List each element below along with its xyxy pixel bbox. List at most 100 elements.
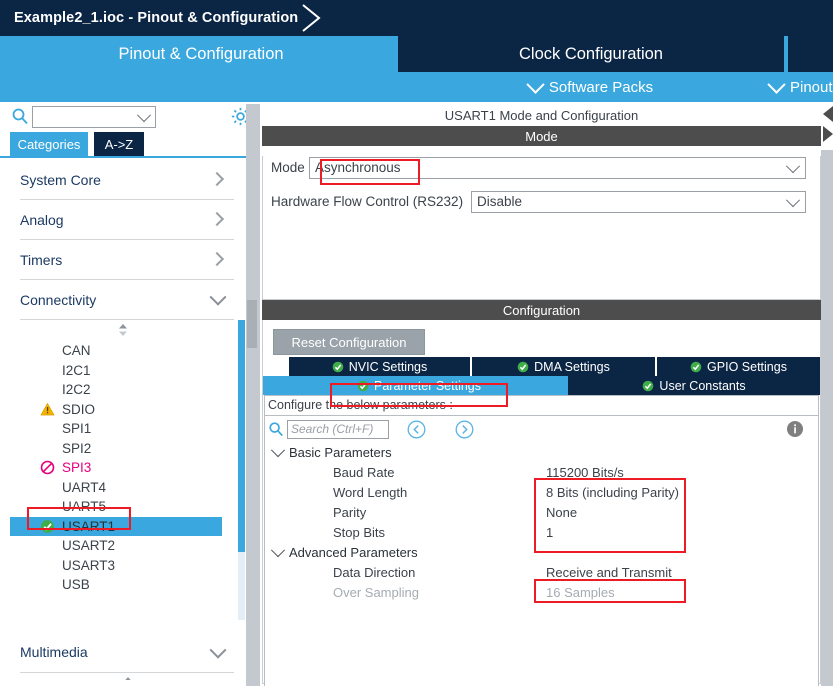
- sub-tab-strip: Software Packs Pinout: [0, 72, 833, 102]
- parameter-value[interactable]: 1: [546, 525, 553, 540]
- peripheral-label: SDIO: [62, 401, 96, 417]
- parameters-search-input[interactable]: Search (Ctrl+F): [287, 420, 389, 439]
- peripheral-item-i2c2[interactable]: I2C2: [10, 380, 245, 400]
- parameter-row-baud-rate[interactable]: Baud Rate 115200 Bits/s: [265, 463, 818, 483]
- panel-collapse-arrows-icon[interactable]: [821, 104, 833, 154]
- parameter-label: Word Length: [333, 485, 408, 500]
- window-title-text: Example2_1.ioc - Pinout & Configuration: [14, 10, 299, 26]
- subtab-software-packs-label: Software Packs: [548, 78, 654, 96]
- chevron-right-icon: [209, 171, 225, 187]
- mode-select-value: Asynchronous: [315, 160, 401, 175]
- scroll-up-down-handle[interactable]: [10, 320, 245, 341]
- tab-user-constants[interactable]: User Constants: [568, 376, 820, 395]
- tab-gpio-settings[interactable]: GPIO Settings: [657, 357, 820, 376]
- tree-group-label: Advanced Parameters: [289, 545, 418, 560]
- peripheral-item-can[interactable]: CAN: [10, 341, 245, 361]
- tab-dma-settings[interactable]: DMA Settings: [472, 357, 655, 376]
- search-icon: [12, 108, 28, 125]
- tab-nvic-settings[interactable]: NVIC Settings: [289, 357, 470, 376]
- sidebar-group-label: Analog: [20, 211, 64, 228]
- check-icon: [643, 380, 654, 391]
- peripheral-item-usart3[interactable]: USART3: [10, 556, 245, 576]
- flow-control-select[interactable]: Disable: [471, 191, 806, 213]
- previous-icon[interactable]: [407, 420, 426, 439]
- sidebar-group-timers[interactable]: Timers: [20, 240, 234, 280]
- sidebar-search-row: [0, 102, 250, 132]
- peripheral-label: USART1: [62, 518, 116, 534]
- parameters-search-placeholder: Search (Ctrl+F): [291, 422, 374, 436]
- next-icon[interactable]: [455, 420, 474, 439]
- peripheral-item-sdio[interactable]: SDIO: [10, 400, 245, 420]
- tab-clock-configuration[interactable]: Clock Configuration: [398, 36, 784, 72]
- peripheral-label: UART4: [62, 479, 107, 495]
- sidebar-search-input[interactable]: [32, 106, 156, 128]
- parameter-row-stop-bits[interactable]: Stop Bits 1: [265, 523, 818, 543]
- peripheral-item-spi2[interactable]: SPI2: [10, 439, 245, 459]
- peripheral-item-spi1[interactable]: SPI1: [10, 419, 245, 439]
- sidebar-tabs-underline: [0, 156, 250, 158]
- mode-field-row: Mode Asynchronous: [263, 156, 820, 180]
- peripheral-item-spi3[interactable]: SPI3: [10, 458, 245, 478]
- mode-section-body: Mode Asynchronous Hardware Flow Control …: [262, 156, 821, 300]
- tab-extra[interactable]: [788, 36, 833, 72]
- parameter-value[interactable]: Receive and Transmit: [546, 565, 672, 580]
- parameter-value[interactable]: None: [546, 505, 577, 520]
- info-icon[interactable]: [786, 420, 804, 438]
- parameter-value[interactable]: 115200 Bits/s: [546, 465, 624, 480]
- parameter-row-data-direction[interactable]: Data Direction Receive and Transmit: [265, 563, 818, 583]
- sidebar-group-label: System Core: [20, 171, 101, 188]
- configuration-tab-row-2: Parameter Settings User Constants: [263, 376, 820, 395]
- tree-group-advanced-parameters[interactable]: Advanced Parameters: [265, 543, 818, 563]
- peripheral-list-scrollbar-thumb[interactable]: [238, 320, 245, 552]
- peripheral-label: SPI3: [62, 460, 92, 475]
- parameter-row-word-length[interactable]: Word Length 8 Bits (including Parity): [265, 483, 818, 503]
- subtab-pinout[interactable]: Pinout: [760, 72, 833, 102]
- configuration-section-body: Reset Configuration NVIC Settings DMA Se…: [262, 320, 821, 686]
- parameter-label: Data Direction: [333, 565, 416, 580]
- peripheral-item-uart4[interactable]: UART4: [10, 478, 245, 498]
- peripheral-item-i2c1[interactable]: I2C1: [10, 361, 245, 381]
- sidebar-group-connectivity[interactable]: Connectivity: [20, 280, 234, 320]
- parameters-search-row: Search (Ctrl+F): [265, 416, 818, 443]
- scroll-up-down-handle-bottom[interactable]: [10, 673, 245, 680]
- tree-group-basic-parameters[interactable]: Basic Parameters: [265, 443, 818, 463]
- peripheral-item-usart2[interactable]: USART2: [10, 536, 245, 556]
- peripheral-item-uart5[interactable]: UART5: [10, 497, 245, 517]
- parameter-value[interactable]: 8 Bits (including Parity): [546, 485, 679, 500]
- mode-section-band: Mode: [262, 126, 821, 146]
- parameter-row-parity[interactable]: Parity None: [265, 503, 818, 523]
- chevron-right-icon: [209, 251, 225, 267]
- sidebar-tab-categories[interactable]: Categories: [10, 132, 88, 156]
- chevron-down-icon[interactable]: [270, 543, 286, 558]
- peripheral-item-usb[interactable]: USB: [10, 575, 245, 595]
- sidebar-outer-scrollbar-track[interactable]: [246, 104, 260, 686]
- tree-group-label: Basic Parameters: [289, 445, 392, 460]
- sidebar-group-label: Connectivity: [20, 291, 97, 308]
- peripheral-label: I2C2: [62, 382, 91, 397]
- mode-select[interactable]: Asynchronous: [309, 157, 806, 179]
- sidebar-group-multimedia[interactable]: Multimedia: [20, 633, 234, 673]
- tab-parameter-settings[interactable]: Parameter Settings: [330, 376, 508, 395]
- parameter-label: Stop Bits: [333, 525, 386, 540]
- peripheral-list[interactable]: System Core Analog Timers Connectivity C…: [10, 160, 245, 680]
- parameter-label: Over Sampling: [333, 585, 419, 600]
- peripheral-item-usart1[interactable]: USART1: [10, 516, 222, 536]
- panel-title: USART1 Mode and Configuration: [262, 104, 821, 126]
- sidebar-group-analog[interactable]: Analog: [20, 200, 234, 240]
- sidebar-outer-scrollbar-thumb[interactable]: [247, 300, 257, 348]
- tab-pinout-configuration[interactable]: Pinout & Configuration: [6, 36, 396, 72]
- configuration-section-band: Configuration: [262, 300, 821, 320]
- sidebar-tab-a-to-z[interactable]: A->Z: [94, 132, 144, 156]
- blocked-icon: [40, 460, 55, 475]
- warning-icon: [40, 402, 55, 415]
- chevron-down-icon[interactable]: [270, 443, 286, 458]
- sidebar-group-system-core[interactable]: System Core: [20, 160, 234, 200]
- connectivity-peripheral-list[interactable]: CAN I2C1 I2C2 SDIO SPI1 SPI2 SPI3 UART4 …: [10, 320, 245, 620]
- reset-configuration-button[interactable]: Reset Configuration: [273, 329, 425, 355]
- tab-user-constants-label: User Constants: [659, 378, 746, 393]
- peripheral-label: SPI1: [62, 421, 92, 436]
- configuration-tab-row-1: NVIC Settings DMA Settings GPIO Settings: [263, 357, 820, 376]
- window-title-tab[interactable]: Example2_1.ioc - Pinout & Configuration: [0, 0, 300, 36]
- check-icon: [690, 361, 702, 372]
- subtab-software-packs[interactable]: Software Packs: [398, 72, 784, 102]
